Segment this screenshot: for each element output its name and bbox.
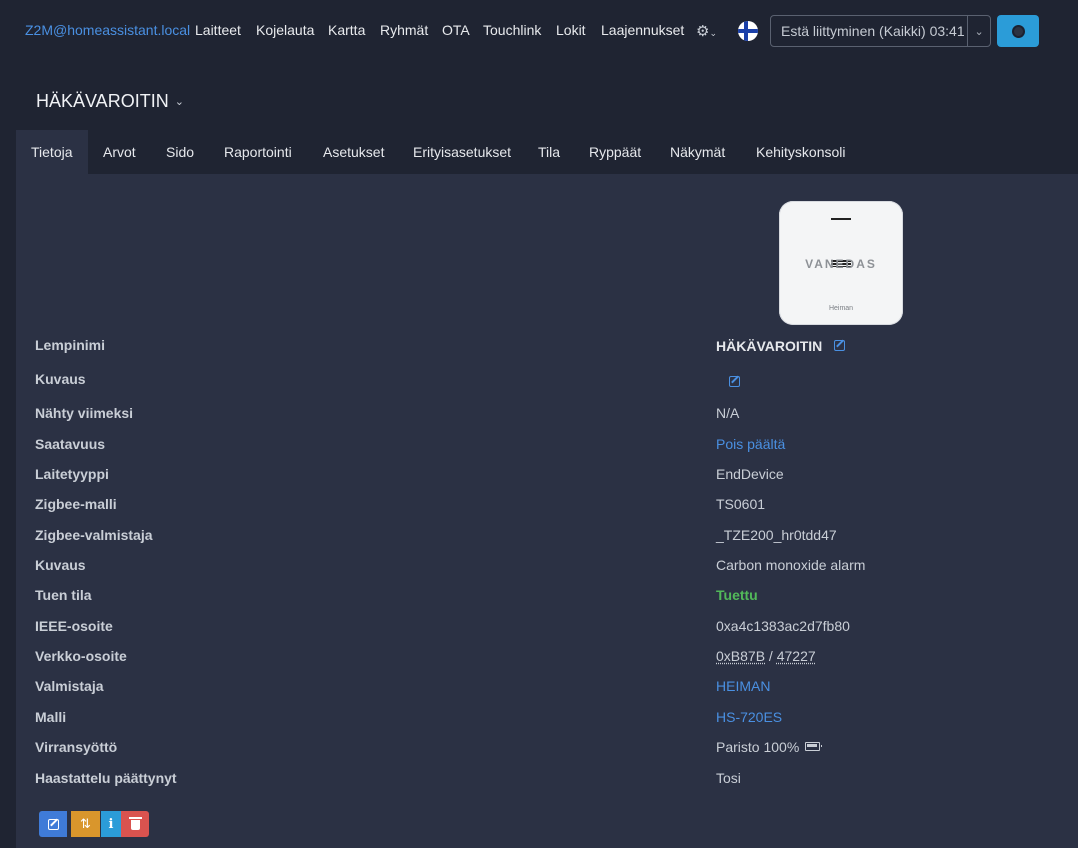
device-title-dropdown[interactable]: HÄKÄVAROITIN ⌄ xyxy=(36,91,184,112)
tab-about[interactable]: Tietoja xyxy=(16,130,88,174)
info-label-friendly-name: Lempinimi xyxy=(35,337,106,353)
info-value-description xyxy=(729,374,740,390)
info-value-availability[interactable]: Pois päältä xyxy=(716,436,785,452)
info-label-zigbee-model: Zigbee-malli xyxy=(35,496,117,512)
tab-clusters[interactable]: Ryppäät xyxy=(589,130,641,174)
nav-link-touchlink[interactable]: Touchlink xyxy=(483,22,541,38)
map-button[interactable] xyxy=(997,15,1039,47)
nav-link-extensions[interactable]: Laajennukset xyxy=(601,22,684,38)
edit-icon[interactable] xyxy=(729,376,740,387)
info-label-network-address: Verkko-osoite xyxy=(35,648,127,664)
device-image-logo: VANEDAS xyxy=(805,257,877,271)
tab-scenes[interactable]: Näkymät xyxy=(670,130,725,174)
device-info-panel xyxy=(16,174,1078,848)
device-image-brand: Heiman xyxy=(828,305,854,312)
permit-join-control: Estä liittyminen (Kaikki) 03:41 ⌄ xyxy=(770,15,991,47)
rename-device-button[interactable] xyxy=(39,811,67,837)
interview-button[interactable]: ⇅ xyxy=(71,811,100,837)
device-tabs: Tietoja Arvot Sido Raportointi Asetukset… xyxy=(16,130,1078,174)
refresh-icon: ⇅ xyxy=(80,816,91,831)
tab-settings[interactable]: Asetukset xyxy=(323,130,384,174)
tab-state[interactable]: Tila xyxy=(538,130,560,174)
trash-icon xyxy=(128,817,142,830)
chevron-down-icon[interactable]: ⌄ xyxy=(967,16,990,46)
nav-link-devices[interactable]: Laitteet xyxy=(195,22,241,38)
tab-exposes[interactable]: Arvot xyxy=(103,130,136,174)
info-value-ieee-address: 0xa4c1383ac2d7fb80 xyxy=(716,618,850,634)
network-address-hex: 0xB87B xyxy=(716,648,766,664)
info-value-model[interactable]: HS-720ES xyxy=(716,709,782,725)
info-label-description-2: Kuvaus xyxy=(35,557,86,573)
info-button[interactable]: i xyxy=(101,811,121,837)
nav-link-groups[interactable]: Ryhmät xyxy=(380,22,428,38)
device-title: HÄKÄVAROITIN xyxy=(36,91,169,111)
info-label-model: Malli xyxy=(35,709,67,725)
gear-icon[interactable]: ⚙⌄ xyxy=(696,22,717,40)
info-label-device-type: Laitetyyppi xyxy=(35,466,109,482)
battery-icon xyxy=(805,742,823,751)
nav-link-map[interactable]: Kartta xyxy=(328,22,365,38)
info-label-last-seen: Nähty viimeksi xyxy=(35,405,134,421)
info-value-support-status: Tuettu xyxy=(716,587,758,603)
edit-icon xyxy=(47,818,59,830)
tab-bind[interactable]: Sido xyxy=(166,130,194,174)
info-label-interview-completed: Haastattelu päättynyt xyxy=(35,770,177,786)
tab-dev-console[interactable]: Kehityskonsoli xyxy=(756,130,846,174)
tab-specific-settings[interactable]: Erityisasetukset xyxy=(413,130,511,174)
permit-join-button[interactable]: Estä liittyminen (Kaikki) 03:41 xyxy=(771,23,967,39)
delete-device-button[interactable] xyxy=(121,811,149,837)
nav-link-dashboard[interactable]: Kojelauta xyxy=(256,22,314,38)
info-label-power-source: Virransyöttö xyxy=(35,739,118,755)
info-label-availability: Saatavuus xyxy=(35,436,106,452)
info-value-zigbee-manufacturer: _TZE200_hr0tdd47 xyxy=(716,527,837,543)
map-icon xyxy=(1011,24,1025,38)
info-value-friendly-name: HÄKÄVAROITIN xyxy=(716,338,845,354)
info-value-description-2: Carbon monoxide alarm xyxy=(716,557,866,573)
info-value-power-source: Paristo 100% xyxy=(716,739,823,755)
info-label-manufacturer: Valmistaja xyxy=(35,678,104,694)
top-navbar: Z2M@homeassistant.local Laitteet Kojelau… xyxy=(0,0,1078,62)
flag-finland-icon[interactable] xyxy=(738,21,758,41)
network-address-dec: 47227 xyxy=(776,648,816,664)
info-label-zigbee-manufacturer: Zigbee-valmistaja xyxy=(35,527,153,543)
info-label-ieee-address: IEEE-osoite xyxy=(35,618,113,634)
info-icon: i xyxy=(108,816,114,832)
info-label-support-status: Tuen tila xyxy=(35,587,92,603)
info-value-network-address: 0xB87B / 47227 xyxy=(716,648,816,664)
info-value-device-type: EndDevice xyxy=(716,466,784,482)
info-value-last-seen: N/A xyxy=(716,405,740,421)
brand-link[interactable]: Z2M@homeassistant.local xyxy=(25,22,190,38)
tab-reporting[interactable]: Raportointi xyxy=(224,130,292,174)
edit-icon[interactable] xyxy=(833,340,845,351)
nav-link-ota[interactable]: OTA xyxy=(442,22,470,38)
chevron-down-icon: ⌄ xyxy=(174,96,184,108)
device-image: VANEDAS Heiman xyxy=(779,201,903,325)
info-label-description: Kuvaus xyxy=(35,371,86,387)
nav-link-logs[interactable]: Lokit xyxy=(556,22,586,38)
info-value-interview-completed: Tosi xyxy=(716,770,741,786)
info-value-manufacturer[interactable]: HEIMAN xyxy=(716,678,770,694)
info-value-zigbee-model: TS0601 xyxy=(716,496,766,512)
